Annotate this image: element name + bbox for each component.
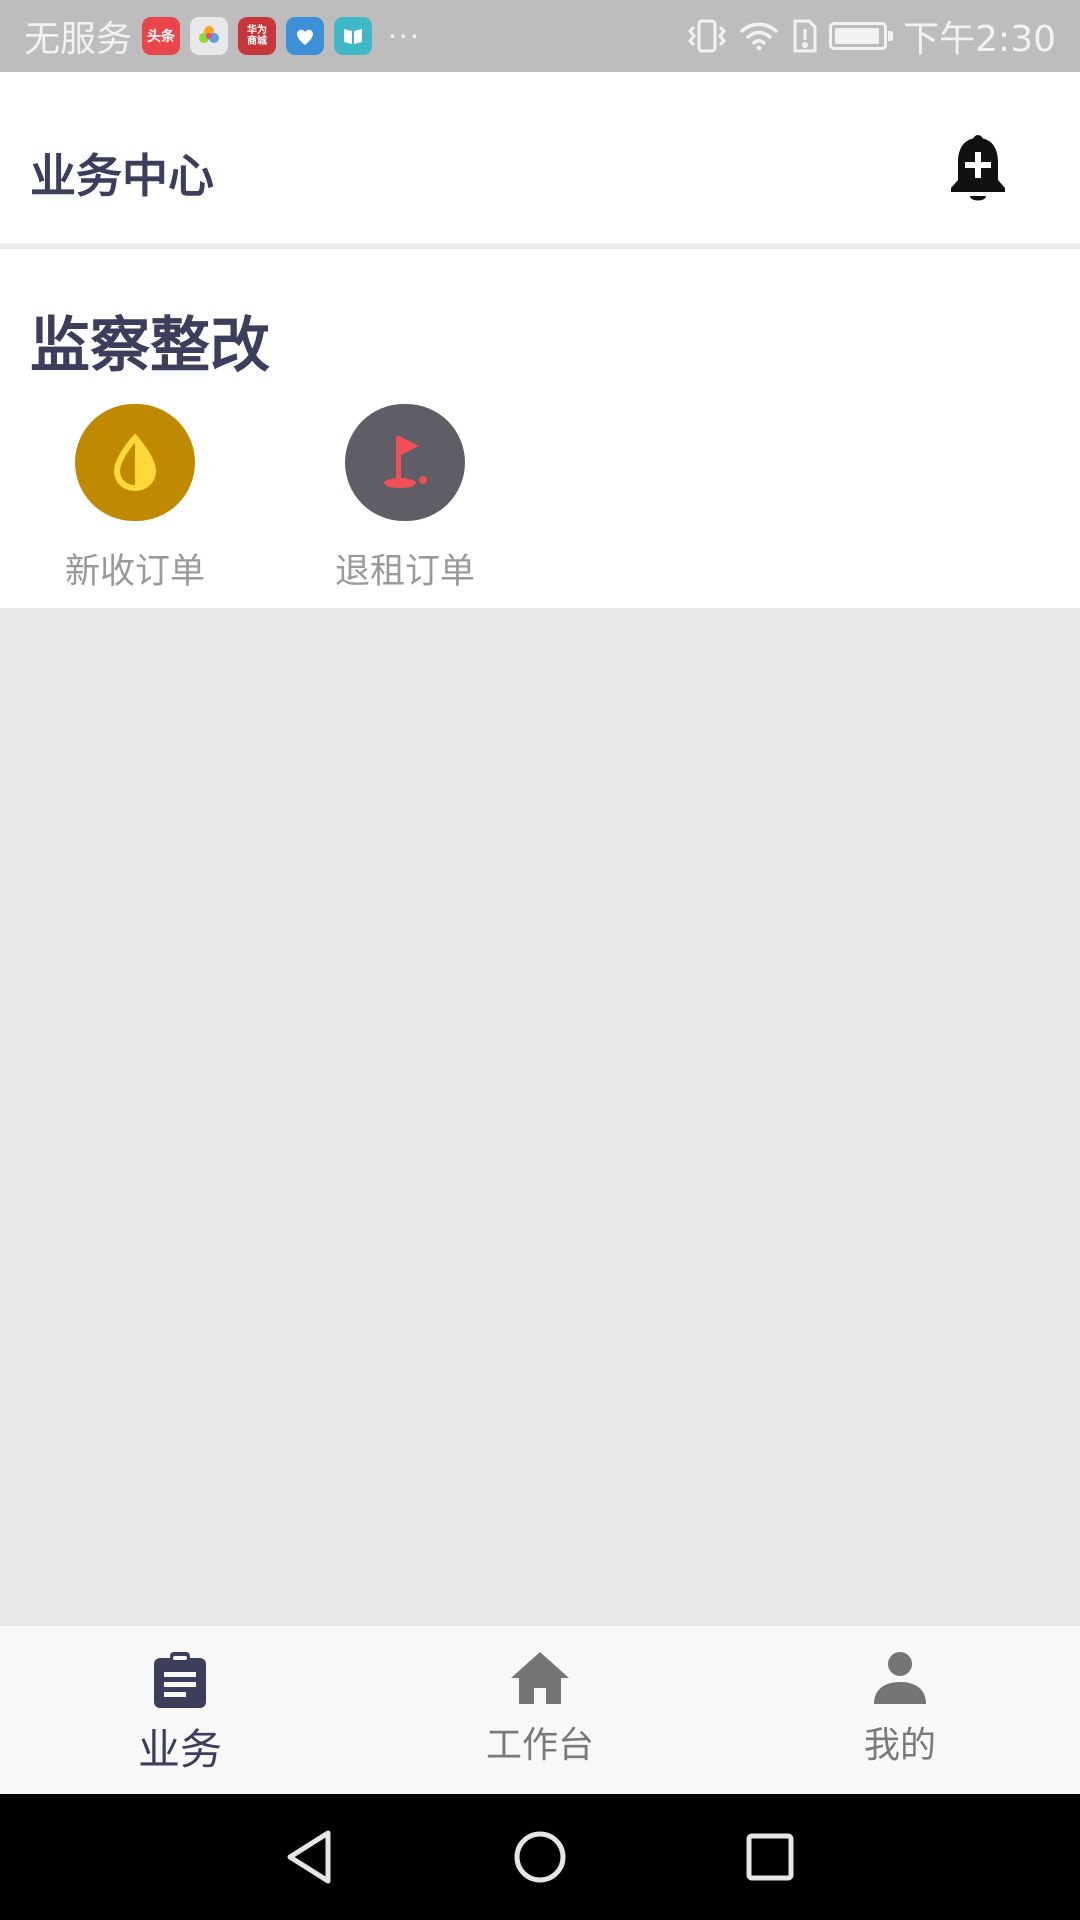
droplet-icon <box>113 433 157 491</box>
return-orders-label: 退租订单 <box>334 552 475 592</box>
nav-item-mine[interactable]: 我的 <box>720 1626 1080 1794</box>
return-orders-item[interactable]: 退租订单 <box>305 404 505 594</box>
wifi-icon <box>739 19 779 53</box>
new-orders-label: 新收订单 <box>64 552 205 592</box>
health-icon <box>286 17 325 55</box>
recents-button[interactable] <box>740 1827 800 1887</box>
reader-icon <box>334 17 373 55</box>
nav-item-workbench[interactable]: 工作台 <box>360 1626 720 1794</box>
inspection-section: 监察整改 新收订单 退租订单 <box>0 249 1080 608</box>
bottom-nav: 业务 工作台 我的 <box>0 1625 1080 1794</box>
battery-icon <box>829 22 894 50</box>
more-notifications-icon: ··· <box>388 19 421 53</box>
back-button[interactable] <box>280 1827 340 1887</box>
toutiao-icon: 头条 <box>142 17 181 55</box>
vibrate-icon <box>685 18 729 54</box>
add-notification-button[interactable] <box>946 134 1010 206</box>
bell-plus-icon <box>951 135 1005 201</box>
status-bar-right: 下午2:30 <box>685 10 1056 62</box>
app-header: 业务中心 <box>0 72 1080 246</box>
nav-label-business: 业务 <box>137 1725 222 1774</box>
nav-label-mine: 我的 <box>863 1725 936 1766</box>
home-circle-icon <box>514 1831 566 1883</box>
new-orders-item[interactable]: 新收订单 <box>35 404 235 594</box>
huawei-mall-icon: 华为商城 <box>238 17 277 55</box>
home-icon <box>511 1652 569 1704</box>
recents-square-icon <box>746 1833 794 1881</box>
golf-flag-icon <box>384 435 427 488</box>
carrier-text: 无服务 <box>24 19 133 60</box>
back-triangle-icon <box>287 1830 331 1884</box>
status-bar-left: 无服务 头条 华为商城 ··· <box>24 10 421 62</box>
nav-label-workbench: 工作台 <box>485 1725 594 1766</box>
page-title: 业务中心 <box>30 149 214 203</box>
clipboard-icon <box>154 1652 206 1708</box>
home-button[interactable] <box>510 1827 570 1887</box>
nav-item-business[interactable]: 业务 <box>0 1626 360 1794</box>
battery-level <box>835 28 879 44</box>
new-orders-icon-circle <box>75 404 195 521</box>
gallery-icon <box>190 17 229 55</box>
system-nav-bar <box>0 1794 1080 1920</box>
clock-text: 下午2:30 <box>903 19 1056 60</box>
sim-alert-icon <box>789 18 819 54</box>
status-bar: 无服务 头条 华为商城 ··· 下午2:30 <box>0 0 1080 72</box>
person-icon <box>874 1652 926 1704</box>
return-orders-icon-circle <box>345 404 465 521</box>
section-title: 监察整改 <box>30 311 270 381</box>
